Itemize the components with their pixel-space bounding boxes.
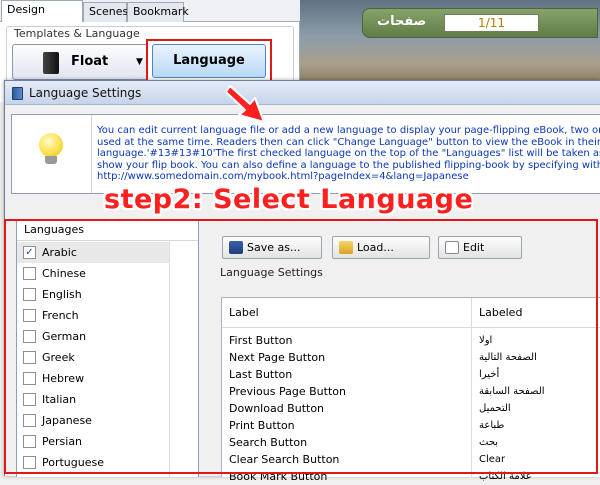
language-button-highlight (146, 39, 272, 83)
info-line: language.'#13#13#10'The first checked la… (97, 148, 600, 160)
dialog-title: Language Settings (29, 86, 142, 100)
book-icon (43, 52, 59, 74)
tab-bookmark[interactable]: Bookmark (127, 2, 189, 22)
book-icon (12, 87, 23, 100)
templates-language-label: Templates & Language (12, 27, 142, 40)
lightbulb-base (45, 156, 57, 164)
info-line: show your flip book. You can also define… (97, 159, 600, 171)
info-box: You can edit current language file or ad… (11, 114, 600, 194)
float-template-button[interactable]: Float (12, 44, 134, 80)
page-counter-input[interactable]: 1/11 (444, 14, 539, 32)
info-line: http://www.somedomain.com/mybook.html?pa… (97, 171, 469, 183)
info-line: used at the same time. Readers then can … (97, 136, 600, 148)
float-label: Float (71, 54, 109, 69)
step-annotation: step2: Select Language (104, 184, 474, 215)
pages-label: صفحات (377, 14, 427, 29)
red-arrow-icon (226, 85, 265, 123)
lightbulb-icon (39, 133, 63, 157)
tip-icon-area (12, 115, 92, 193)
highlight-frame (4, 219, 598, 474)
tab-design-setting[interactable]: Design Setting (1, 0, 83, 34)
app-tab-bar: Design Setting Scenes Bookmark (0, 0, 300, 34)
tab-scenes[interactable]: Scenes (83, 2, 128, 22)
info-text: You can edit current language file or ad… (97, 125, 600, 183)
dialog-titlebar[interactable]: Language Settings (5, 81, 600, 105)
preview-toolbar: صفحات 1/11 (362, 8, 598, 38)
info-line: You can edit current language file or ad… (97, 125, 600, 136)
